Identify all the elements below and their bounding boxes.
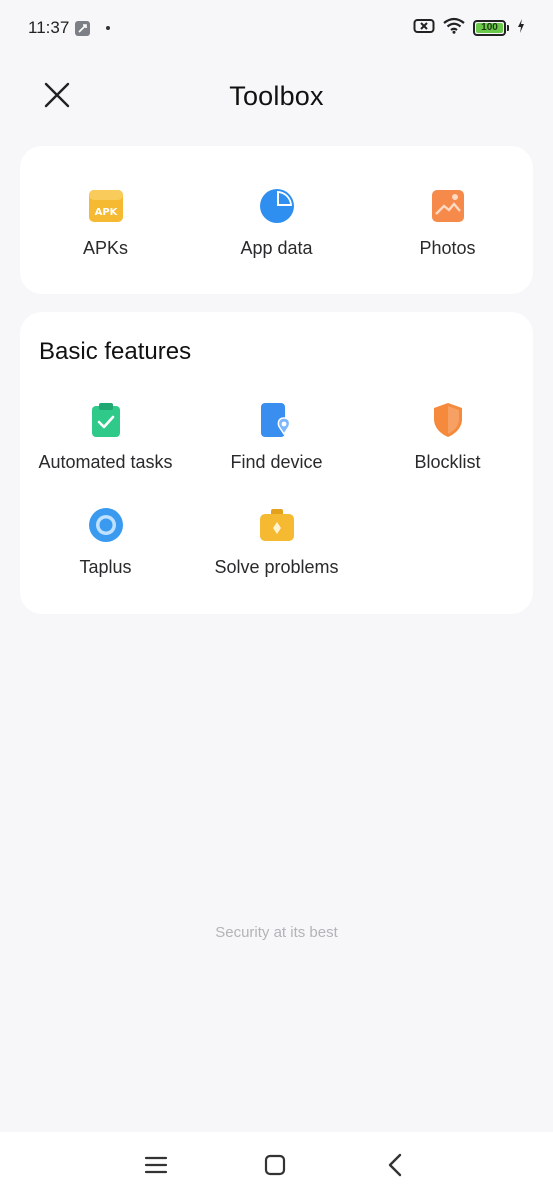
find-device-label: Find device bbox=[230, 452, 323, 472]
app-data-tile[interactable]: App data bbox=[191, 186, 362, 276]
battery-icon: 100 bbox=[473, 20, 509, 36]
close-icon bbox=[44, 82, 70, 113]
status-time: 11:37 bbox=[28, 18, 70, 37]
toolkit-icon bbox=[257, 505, 297, 545]
automated-tasks-label: Automated tasks bbox=[38, 452, 173, 472]
home-icon bbox=[264, 1154, 286, 1181]
footer-tagline: Security at its best bbox=[215, 924, 338, 941]
app-data-label: App data bbox=[240, 238, 313, 258]
header: Toolbox bbox=[0, 66, 553, 126]
shield-icon bbox=[428, 400, 468, 440]
back-icon bbox=[387, 1153, 403, 1182]
home-button[interactable] bbox=[258, 1150, 292, 1184]
blocklist-tile[interactable]: Blocklist bbox=[362, 400, 533, 490]
navigation-bar bbox=[0, 1132, 553, 1200]
solve-problems-label: Solve problems bbox=[214, 557, 339, 577]
back-button[interactable] bbox=[378, 1150, 412, 1184]
menu-button[interactable] bbox=[139, 1150, 173, 1184]
find-device-icon bbox=[257, 400, 297, 440]
apk-icon: APK bbox=[86, 186, 126, 226]
photos-label: Photos bbox=[419, 238, 476, 258]
pie-chart-icon bbox=[257, 186, 297, 226]
svg-text:APK: APK bbox=[94, 207, 118, 218]
automated-tasks-tile[interactable]: Automated tasks bbox=[20, 400, 191, 490]
storage-card: APK APKs App data Photos bbox=[20, 146, 533, 294]
basic-features-card: Basic features Automated tasks Find devi… bbox=[20, 312, 533, 614]
apks-label: APKs bbox=[82, 238, 129, 258]
clipboard-check-icon bbox=[86, 400, 126, 440]
apks-tile[interactable]: APK APKs bbox=[20, 186, 191, 276]
wifi-icon bbox=[443, 17, 465, 39]
photos-tile[interactable]: Photos bbox=[362, 186, 533, 276]
battery-level: 100 bbox=[476, 23, 503, 33]
close-button[interactable] bbox=[38, 78, 76, 116]
page-title: Toolbox bbox=[229, 80, 324, 111]
charging-icon bbox=[517, 18, 525, 38]
status-bar: 11:37 100 bbox=[0, 0, 553, 56]
status-right: 100 bbox=[413, 17, 525, 39]
notification-dot-icon bbox=[106, 26, 111, 30]
taplus-tile[interactable]: Taplus bbox=[20, 505, 191, 595]
app-notification-icon bbox=[75, 20, 91, 36]
photo-icon bbox=[428, 186, 468, 226]
basic-features-title: Basic features bbox=[39, 338, 192, 365]
find-device-tile[interactable]: Find device bbox=[191, 400, 362, 490]
taplus-label: Taplus bbox=[79, 557, 132, 577]
status-left: 11:37 bbox=[28, 18, 111, 38]
solve-problems-tile[interactable]: Solve problems bbox=[191, 505, 362, 595]
blocklist-label: Blocklist bbox=[414, 452, 481, 472]
sim-off-icon bbox=[413, 18, 435, 39]
menu-icon bbox=[144, 1155, 168, 1180]
taplus-icon bbox=[86, 505, 126, 545]
